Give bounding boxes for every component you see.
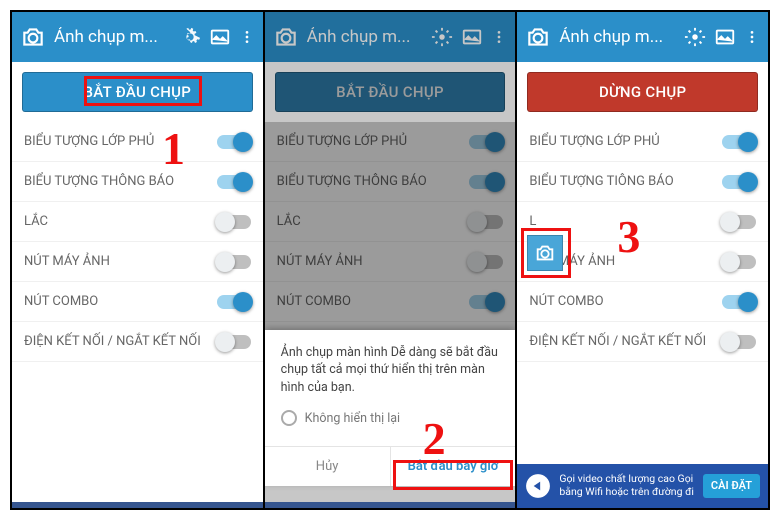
floating-overlay-icon[interactable] [527,235,563,271]
app-title: Ảnh chụp m... [307,27,424,47]
nav-bar [12,502,263,508]
row-conn[interactable]: ĐIỆN KẾT NỐI / NGẮT KẾT NỐI [12,322,263,362]
toggle-conn[interactable] [217,335,251,349]
toggle-combo[interactable] [722,295,756,309]
start-button[interactable]: BẮT ĐẦU CHỤP [22,72,253,112]
install-button[interactable]: CÀI ĐẶT [703,474,760,497]
toggle-conn[interactable] [722,335,756,349]
gallery-icon[interactable] [461,26,483,48]
row-notif: BIỂU TƯỢNG THÔNG BÁO [265,162,516,202]
row-conn[interactable]: ĐIỆN KẾT NỐI / NGẮT KẾT NỐI [517,322,768,362]
toggle-notif[interactable] [722,175,756,189]
dialog-message: Ảnh chụp màn hình Dễ dàng sẽ bắt đầu chụ… [281,344,500,397]
tutorial-frame: Ảnh chụp m... BẮT ĐẦU CHỤP BIỂU TƯỢNG LỚ… [10,10,770,510]
app-icon [525,473,551,499]
ad-banner[interactable]: Gọi video chất lượng cao Gọi bằng Wifi h… [517,464,768,508]
toggle-cambtn[interactable] [217,255,251,269]
app-bar: Ảnh chụp m... [12,12,263,62]
camera-icon [273,24,299,50]
row-cambtn[interactable]: NÚT MÁY ẢNH [12,242,263,282]
ad-text: Gọi video chất lượng cao Gọi bằng Wifi h… [559,473,695,498]
dont-show-checkbox[interactable]: Không hiển thị lại [281,410,500,426]
row-notif[interactable]: BIỂU TƯỢNG TIÔNG BÁO [517,162,768,202]
row-shake[interactable]: LẮC [12,202,263,242]
gear-icon[interactable] [431,26,453,48]
row-notif[interactable]: BIỂU TƯỢNG THÔNG BÁO [12,162,263,202]
gear-icon[interactable] [684,26,706,48]
row-overlay[interactable]: BIỂU TƯỢNG LỚP PHỦ [517,122,768,162]
toggle-overlay[interactable] [722,135,756,149]
row-combo: NÚT COMBO [265,282,516,322]
toggle-shake[interactable] [217,215,251,229]
camera-icon [20,24,46,50]
row-overlay: BIỂU TƯỢNG LỚP PHỦ [265,122,516,162]
row-combo[interactable]: NÚT COMBO [517,282,768,322]
row-shake: LẮC [265,202,516,242]
app-title: Ảnh chụp m... [559,27,676,47]
toggle-overlay[interactable] [217,135,251,149]
phone-2: Ảnh chụp m... BẮT ĐẦU CHỤP BIỂU TƯỢNG LỚ… [263,12,516,508]
start-now-button[interactable]: Bắt đầu bây giờ [391,447,516,486]
cancel-button[interactable]: Hủy [265,447,391,486]
overflow-icon[interactable] [239,26,255,48]
row-overlay[interactable]: BIỂU TƯỢNG LỚP PHỦ [12,122,263,162]
gallery-icon[interactable] [714,26,736,48]
toggle-cambtn[interactable] [722,255,756,269]
nav-bar [265,502,516,508]
overflow-icon[interactable] [744,26,760,48]
start-button[interactable]: BẮT ĐẦU CHỤP [275,72,506,112]
gear-icon[interactable] [179,26,201,48]
phone-3: Ảnh chụp m... DỪNG CHỤP BIỂU TƯỢNG LỚP P… [515,12,768,508]
app-bar: Ảnh chụp m... [517,12,768,62]
permission-dialog: Ảnh chụp màn hình Dễ dàng sẽ bắt đầu chụ… [265,330,516,487]
toggle-notif[interactable] [217,175,251,189]
camera-icon [534,242,556,264]
row-combo[interactable]: NÚT COMBO [12,282,263,322]
gallery-icon[interactable] [209,26,231,48]
app-bar: Ảnh chụp m... [265,12,516,62]
toggle-combo[interactable] [217,295,251,309]
phone-1: Ảnh chụp m... BẮT ĐẦU CHỤP BIỂU TƯỢNG LỚ… [12,12,263,508]
row-cambtn: NÚT MÁY ẢNH [265,242,516,282]
radio-icon [281,410,297,426]
overflow-icon[interactable] [491,26,507,48]
toggle-shake[interactable] [722,215,756,229]
stop-button[interactable]: DỪNG CHỤP [527,72,758,112]
camera-icon [525,24,551,50]
app-title: Ảnh chụp m... [54,27,171,47]
